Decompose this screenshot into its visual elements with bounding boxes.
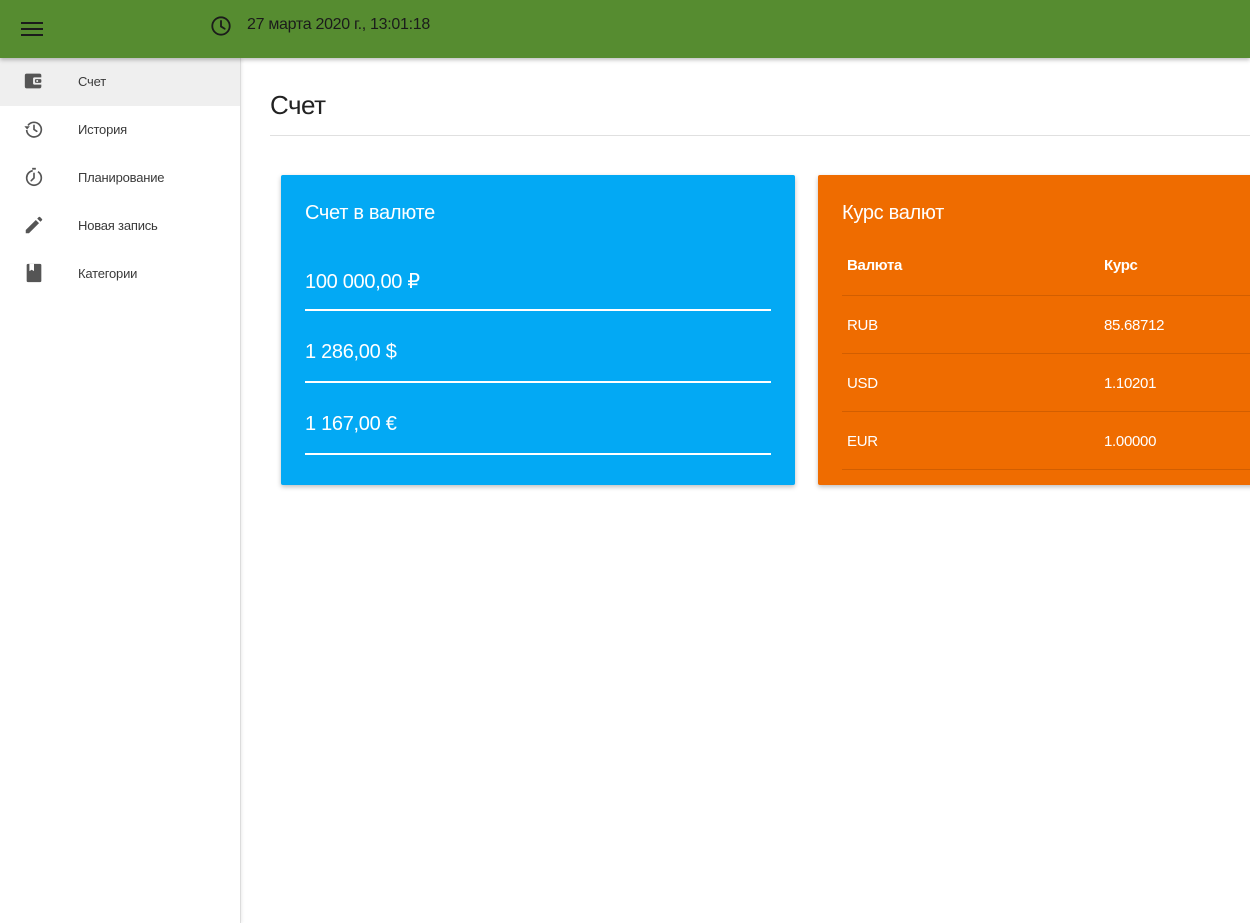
column-header-currency: Валюта	[847, 257, 903, 274]
rates-table: Валюта Курс RUB 85.68712 USD 1.10201 EUR…	[842, 238, 1250, 470]
divider	[270, 135, 1250, 136]
book-icon	[26, 263, 42, 283]
currency-code: RUB	[847, 317, 878, 334]
sidebar-item-new-record[interactable]: Новая запись	[0, 202, 240, 250]
menu-button[interactable]	[16, 13, 48, 45]
sidebar-item-account[interactable]: Счет	[0, 58, 240, 106]
history-icon	[24, 121, 43, 138]
main-content: Счет Счет в валюте 100 000,00 ₽ 1 286,00…	[242, 58, 1250, 923]
sidebar-item-label: Категории	[78, 266, 138, 281]
sidebar-item-planning[interactable]: Планирование	[0, 154, 240, 202]
sidebar-item-label: Счет	[78, 74, 106, 89]
pencil-icon	[25, 216, 43, 234]
card-title: Счет в валюте	[305, 202, 435, 224]
clock-icon	[211, 16, 231, 36]
balance-amount: 1 286,00 $	[305, 341, 397, 363]
currency-code: USD	[847, 375, 878, 392]
balance-row-rub: 100 000,00 ₽	[305, 239, 771, 311]
top-app-bar: 27 марта 2020 г., 13:01:18	[0, 0, 1250, 58]
balance-row-eur: 1 167,00 €	[305, 383, 771, 455]
sidebar-item-history[interactable]: История	[0, 106, 240, 154]
currency-rate: 85.68712	[1104, 317, 1165, 334]
hamburger-menu-icon	[21, 22, 43, 36]
timer-icon	[25, 167, 43, 187]
balance-card: Счет в валюте 100 000,00 ₽ 1 286,00 $ 1 …	[281, 175, 795, 485]
sidebar: Счет История Планирование Новая запись К…	[0, 58, 241, 923]
sidebar-item-label: История	[78, 122, 128, 137]
sidebar-item-label: Планирование	[78, 170, 165, 185]
table-header-row: Валюта Курс	[842, 238, 1250, 296]
wallet-icon	[24, 73, 44, 89]
currency-rate: 1.00000	[1104, 433, 1157, 450]
balance-amount: 100 000,00 ₽	[305, 271, 420, 293]
table-row: RUB 85.68712	[842, 296, 1250, 354]
currency-code: EUR	[847, 433, 878, 450]
balance-row-usd: 1 286,00 $	[305, 311, 771, 383]
table-row: EUR 1.00000	[842, 412, 1250, 470]
balance-amount: 1 167,00 €	[305, 413, 397, 435]
sidebar-item-label: Новая запись	[78, 218, 158, 233]
exchange-rates-card: Курс валют Валюта Курс RUB 85.68712 USD …	[818, 175, 1250, 485]
current-datetime: 27 марта 2020 г., 13:01:18	[247, 16, 430, 33]
sidebar-item-categories[interactable]: Категории	[0, 250, 240, 298]
table-row: USD 1.10201	[842, 354, 1250, 412]
column-header-rate: Курс	[1104, 257, 1138, 274]
card-title: Курс валют	[842, 202, 945, 224]
currency-rate: 1.10201	[1104, 375, 1157, 392]
page-title: Счет	[270, 90, 326, 120]
